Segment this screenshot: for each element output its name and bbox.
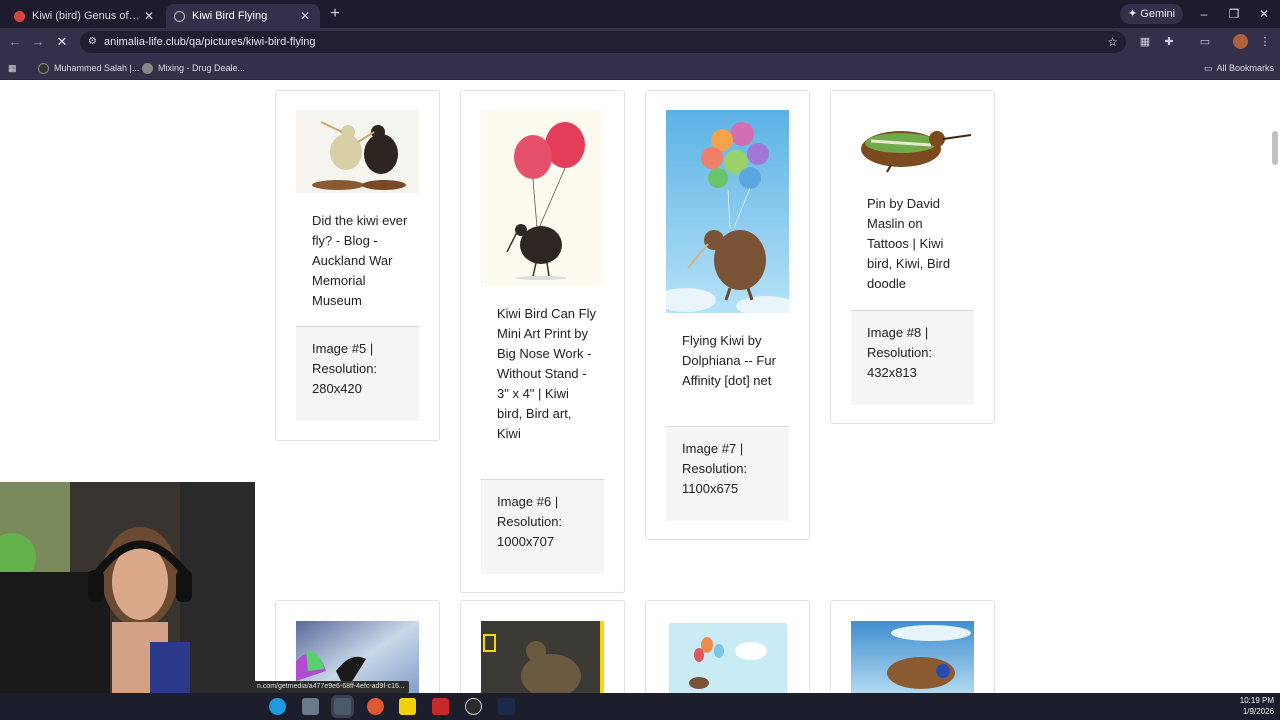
- bookmark-label: Muhammed Salah |...: [54, 63, 140, 73]
- close-window-icon[interactable]: ✕: [1254, 4, 1274, 24]
- tab-title: Kiwi Bird Flying: [192, 10, 268, 22]
- gemini-label: Gemini: [1140, 8, 1176, 20]
- edge-icon[interactable]: [269, 698, 286, 715]
- kiwi-balloons-thumbnail[interactable]: [481, 110, 604, 287]
- image-caption[interactable]: Flying Kiwi by Dolphiana -- Fur Affinity…: [682, 331, 782, 391]
- gemini-button[interactable]: ✦ Gemini: [1120, 4, 1184, 24]
- link-status-url: n.com/getmedia/a477e9e6-68ff-4efc-ad9f-c…: [253, 681, 409, 693]
- scrollbar-thumb[interactable]: [1272, 131, 1278, 165]
- new-tab-button[interactable]: +: [326, 5, 344, 23]
- all-bookmarks-button[interactable]: ▭ All Bookmarks: [1204, 60, 1274, 76]
- address-bar[interactable]: ⚙ animalia-life.club/qa/pictures/kiwi-bi…: [80, 31, 1126, 53]
- close-tab-icon[interactable]: ✕: [298, 9, 312, 23]
- back-icon[interactable]: ←: [5, 32, 25, 52]
- clock-date: 1/9/2026: [1242, 707, 1274, 716]
- system-clock[interactable]: 10:19 PM 1/9/2026: [1240, 695, 1274, 717]
- extension-icon[interactable]: ▦: [1136, 33, 1154, 51]
- image-card[interactable]: [275, 600, 440, 693]
- profile-avatar[interactable]: [1233, 34, 1248, 49]
- url-text: animalia-life.club/qa/pictures/kiwi-bird…: [104, 36, 316, 48]
- loading-favicon-icon: [174, 10, 185, 22]
- image-meta: Image #8 | Resolution: 432x813: [851, 310, 974, 405]
- image-resolution: Resolution: 432x813: [867, 345, 933, 380]
- minimize-icon[interactable]: –: [1194, 4, 1214, 24]
- image-resolution: Resolution: 280x420: [312, 361, 378, 396]
- image-number: Image #8 |: [867, 325, 929, 340]
- tab-title: Kiwi (bird) Genus of birds at Du: [32, 10, 142, 22]
- image-number: Image #6 |: [497, 494, 559, 509]
- duckduckgo-icon[interactable]: [367, 698, 384, 715]
- folder-icon: ▭: [1204, 63, 1213, 73]
- image-card[interactable]: Did the kiwi ever fly? - Blog - Auckland…: [275, 90, 440, 441]
- browser-tab-bar: Kiwi (bird) Genus of birds at Du ✕ Kiwi …: [0, 0, 1280, 28]
- kiwi-tattoo-thumbnail[interactable]: [851, 109, 974, 175]
- bookmark-favicon-icon: [142, 62, 153, 74]
- obs-icon[interactable]: [465, 698, 482, 715]
- image-card[interactable]: Flying Kiwi by Dolphiana -- Fur Affinity…: [645, 90, 810, 540]
- bookmark-label: Mixing - Drug Deale...: [158, 63, 246, 73]
- bookmark-item[interactable]: Muhammed Salah |...: [38, 60, 139, 76]
- chrome-icon[interactable]: [334, 698, 351, 715]
- all-bookmarks-label: All Bookmarks: [1216, 63, 1275, 73]
- tab-kiwi-genus[interactable]: Kiwi (bird) Genus of birds at Du ✕: [6, 4, 164, 28]
- image-resolution: Resolution: 1000x707: [497, 514, 563, 549]
- image-card[interactable]: Pin by David Maslin on Tattoos | Kiwi bi…: [830, 90, 995, 424]
- steam-icon[interactable]: [498, 698, 515, 715]
- image-meta: Image #7 | Resolution: 1100x675: [666, 426, 789, 521]
- windows-taskbar: 10:19 PM 1/9/2026: [0, 693, 1280, 720]
- restore-icon[interactable]: ❐: [1224, 4, 1244, 24]
- duckduckgo-favicon-icon: [14, 10, 25, 22]
- bookmark-favicon-icon: [38, 62, 49, 74]
- browser-toolbar: ← → ✕ ⚙ animalia-life.club/qa/pictures/k…: [0, 28, 1280, 56]
- image-meta: Image #5 | Resolution: 280x420: [296, 326, 419, 421]
- kiwi-natgeo-thumbnail[interactable]: [481, 621, 604, 693]
- image-caption[interactable]: Pin by David Maslin on Tattoos | Kiwi bi…: [867, 194, 967, 294]
- side-panel-icon[interactable]: ▭: [1196, 33, 1214, 51]
- site-info-icon[interactable]: ⚙: [88, 31, 97, 53]
- image-number: Image #5 |: [312, 341, 374, 356]
- kiwi-museum-thumbnail[interactable]: [296, 110, 419, 193]
- image-number: Image #7 |: [682, 441, 744, 456]
- flying-kiwi-thumbnail[interactable]: [666, 110, 789, 313]
- kiwi-dreams-thumbnail[interactable]: [669, 623, 787, 693]
- image-card[interactable]: Kiwi Bird Can Fly Mini Art Print by Big …: [460, 90, 625, 593]
- bookmarks-bar: ▦ Muhammed Salah |... Mixing - Drug Deal…: [0, 56, 1280, 80]
- kiwi-sky-thumbnail[interactable]: [851, 621, 974, 693]
- image-resolution: Resolution: 1100x675: [682, 461, 748, 496]
- tab-kiwi-bird-flying[interactable]: Kiwi Bird Flying ✕: [166, 4, 320, 28]
- image-card[interactable]: [830, 600, 995, 693]
- media-app-icon[interactable]: [432, 698, 449, 715]
- file-explorer-icon[interactable]: [302, 698, 319, 715]
- webcam-overlay: [0, 482, 255, 693]
- image-meta: Image #6 | Resolution: 1000x707: [481, 479, 604, 574]
- clock-time: 10:19 PM: [1239, 696, 1274, 705]
- more-menu-icon[interactable]: ⋮: [1256, 33, 1274, 51]
- bookmark-star-icon[interactable]: ☆: [1107, 31, 1118, 53]
- image-caption[interactable]: Did the kiwi ever fly? - Blog - Auckland…: [312, 211, 412, 311]
- image-card[interactable]: [460, 600, 625, 693]
- image-caption[interactable]: Kiwi Bird Can Fly Mini Art Print by Big …: [497, 304, 597, 444]
- image-card[interactable]: [645, 600, 810, 693]
- sticky-notes-icon[interactable]: [399, 698, 416, 715]
- stop-loading-icon[interactable]: ✕: [52, 32, 72, 52]
- extensions-puzzle-icon[interactable]: ✚: [1160, 33, 1178, 51]
- close-tab-icon[interactable]: ✕: [142, 9, 156, 23]
- forward-icon[interactable]: →: [28, 32, 48, 52]
- apps-grid-icon[interactable]: ▦: [8, 60, 17, 76]
- bookmark-item[interactable]: Mixing - Drug Deale...: [142, 60, 245, 76]
